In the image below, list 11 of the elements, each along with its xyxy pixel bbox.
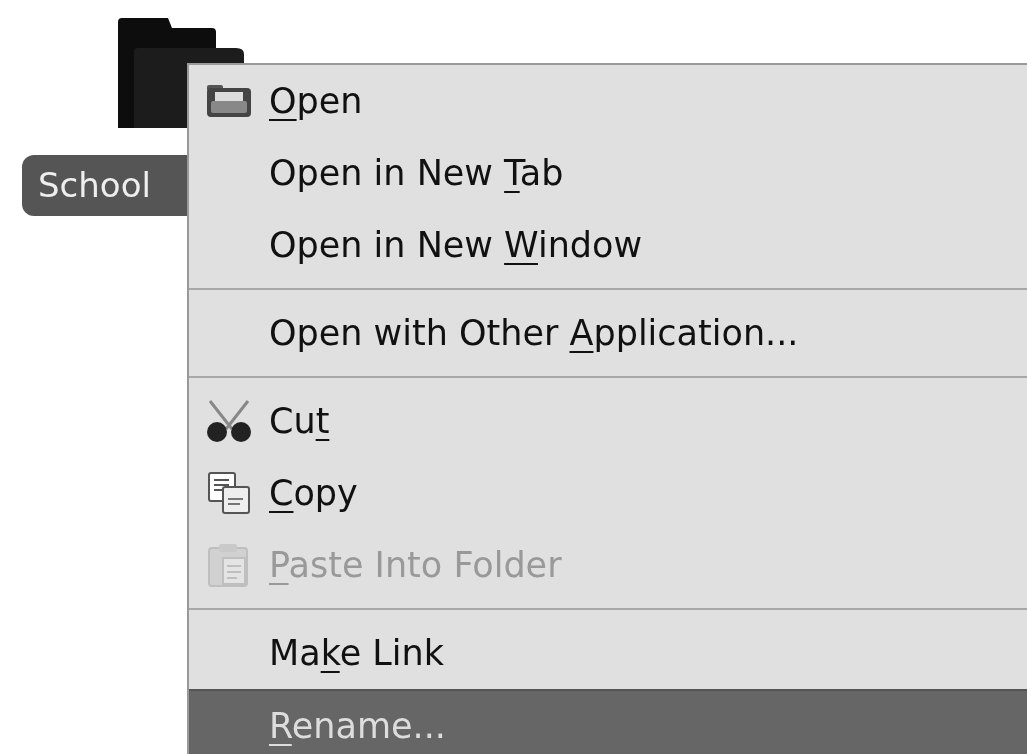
copy-icon (207, 471, 251, 515)
scissors-icon (204, 399, 254, 443)
tray-icon (205, 83, 253, 119)
menu-item[interactable]: Open in New Tab (269, 146, 564, 200)
menu-item[interactable]: Open with Other Application... (269, 306, 799, 360)
menu-item[interactable]: Open (269, 74, 363, 128)
menu-item[interactable]: Copy (269, 466, 358, 520)
menu-item[interactable]: Cut (269, 394, 330, 448)
clipboard-icon (207, 542, 251, 588)
menu-item[interactable]: Open in New Window (269, 218, 643, 272)
menu-item[interactable]: Make Link (269, 626, 445, 680)
